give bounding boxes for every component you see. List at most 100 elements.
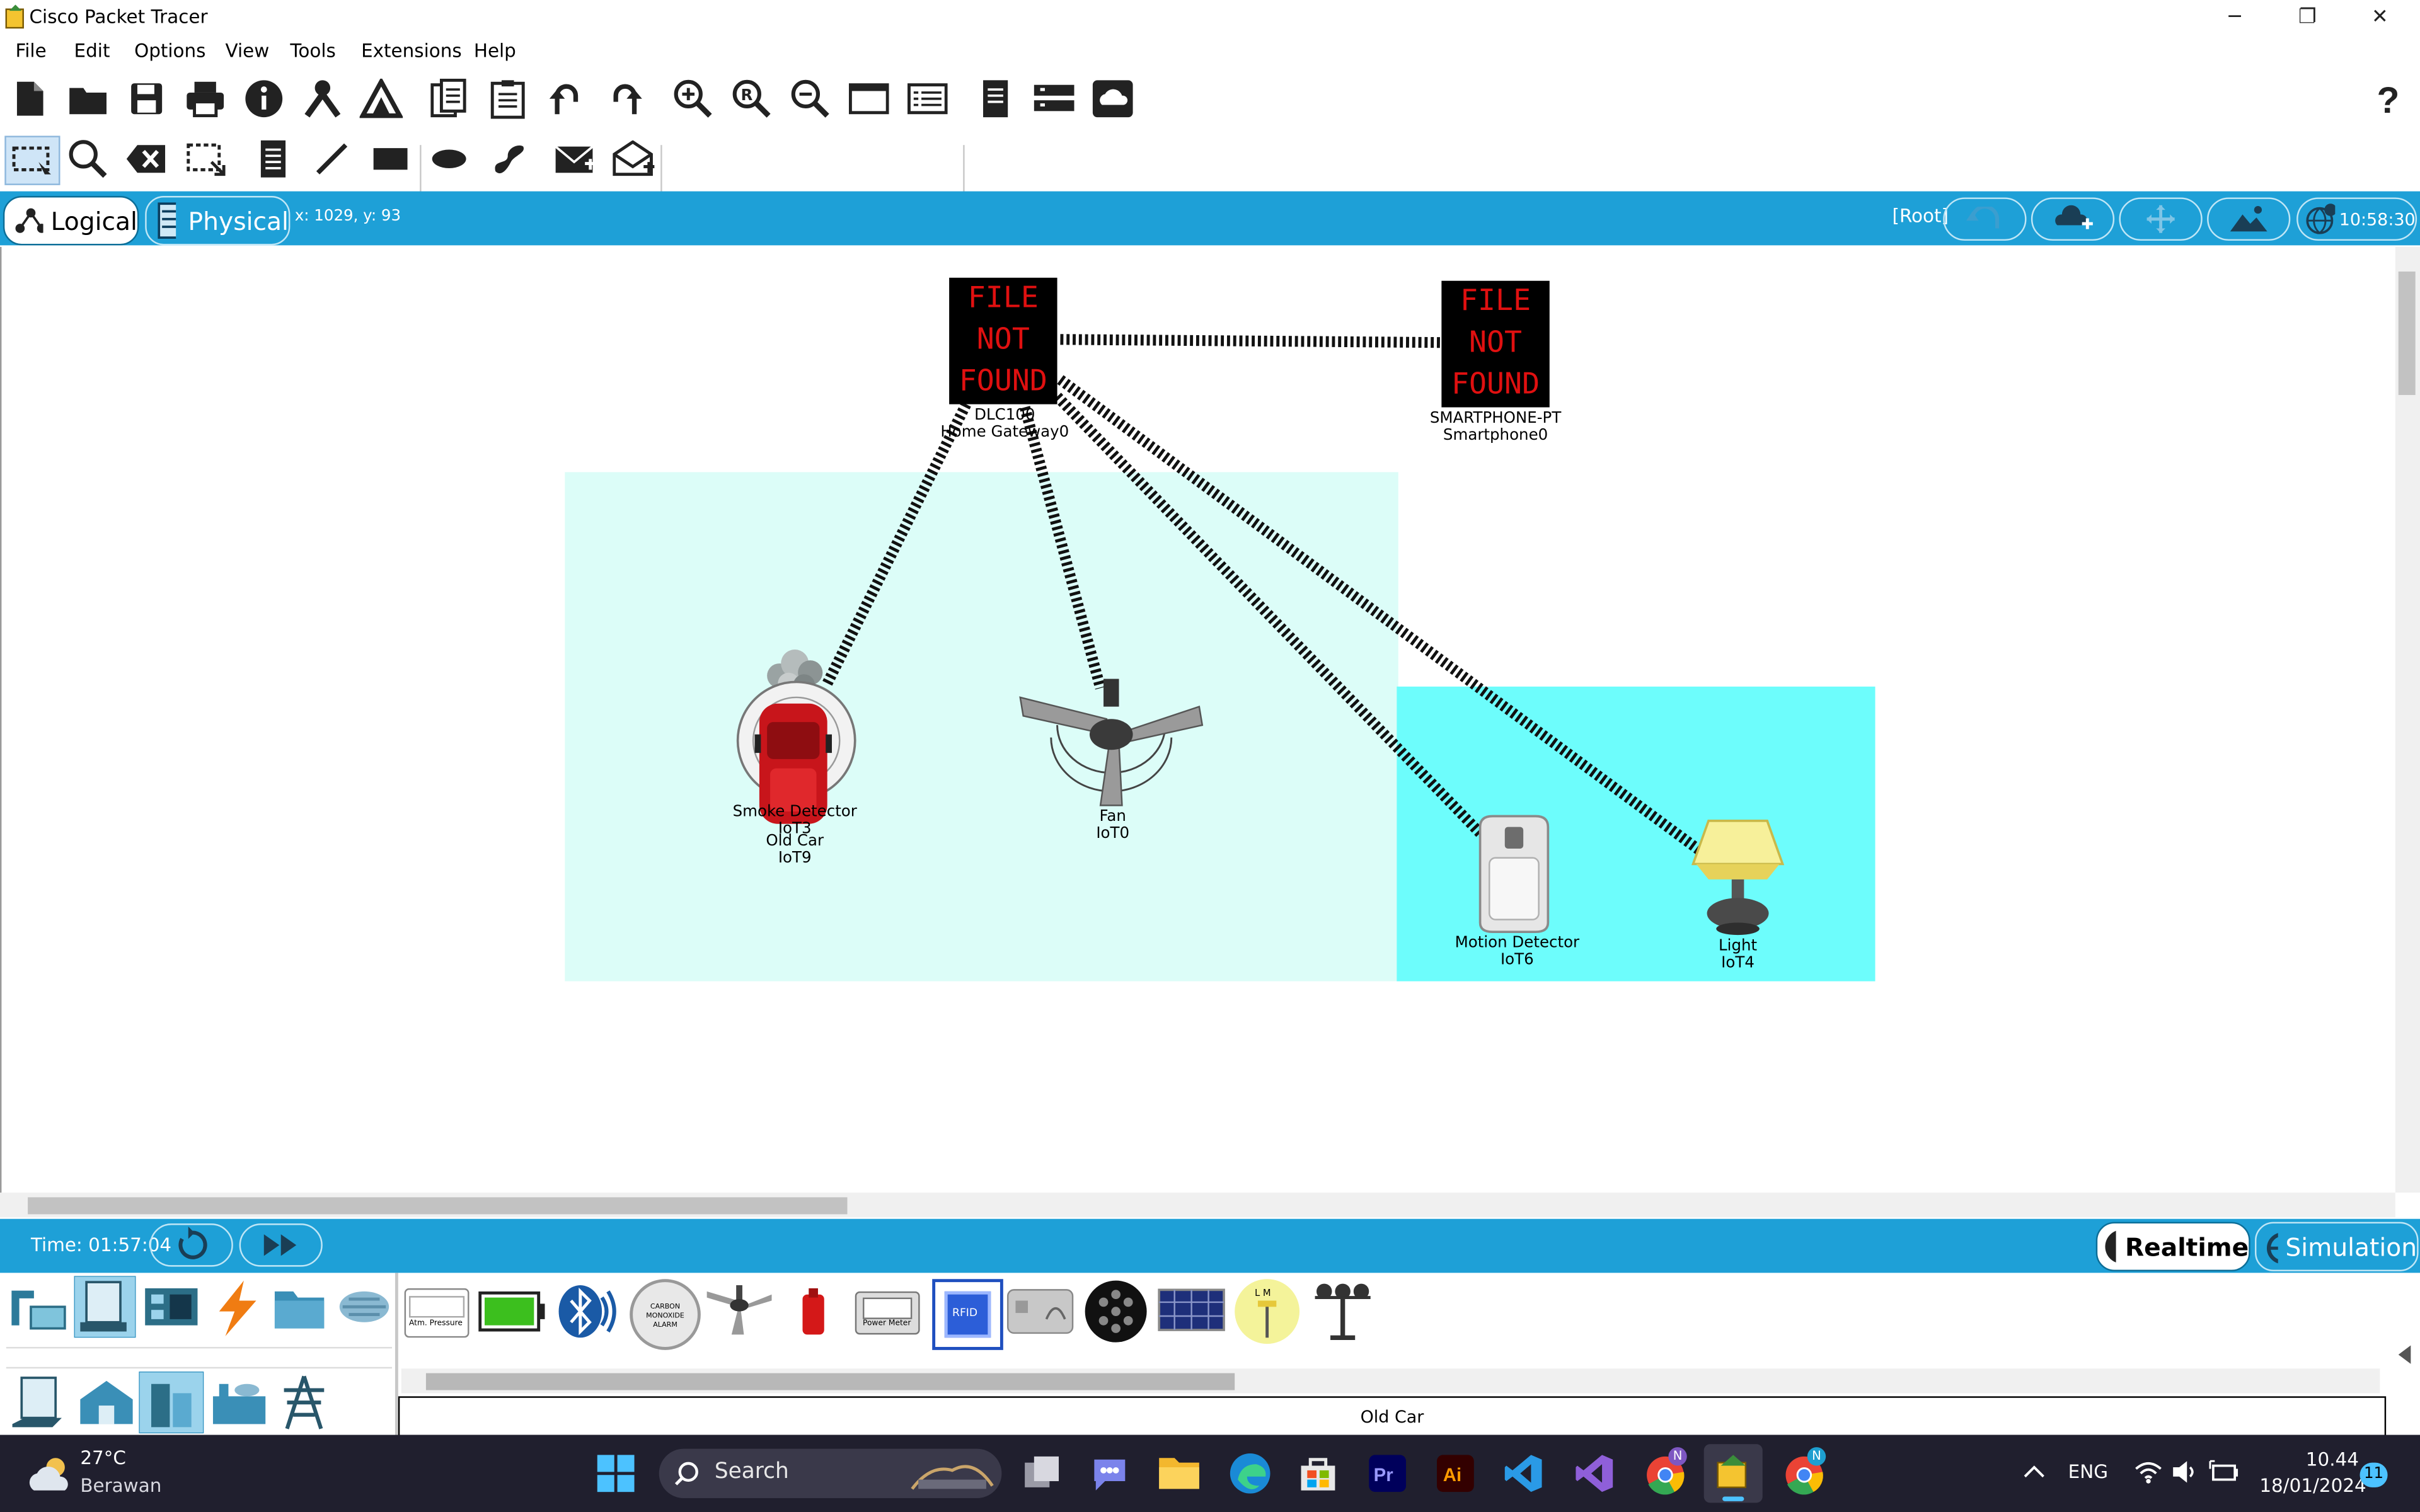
back-button[interactable] <box>1943 197 2027 241</box>
new-cluster-button[interactable] <box>2031 197 2115 241</box>
power-grid-icon[interactable] <box>278 1375 330 1430</box>
info-icon[interactable] <box>241 76 287 122</box>
zoom-out-icon[interactable] <box>787 76 833 122</box>
old-car-device[interactable] <box>736 645 863 830</box>
co-alarm-item[interactable]: CARBON MONOXIDE ALARM <box>630 1279 701 1350</box>
cloud-viewer-icon[interactable] <box>1090 76 1136 122</box>
move-object-button[interactable] <box>2119 197 2203 241</box>
volume-icon[interactable] <box>2172 1460 2199 1484</box>
close-button[interactable]: ✕ <box>2344 0 2416 37</box>
drawing-palette-icon[interactable] <box>846 76 892 122</box>
zoom-reset-icon[interactable]: R <box>729 76 775 122</box>
solar-panel-item[interactable] <box>1158 1288 1229 1334</box>
minimize-button[interactable]: ─ <box>2199 0 2271 37</box>
rfid-card-item[interactable] <box>1006 1288 1078 1334</box>
device-template-icon[interactable] <box>1031 76 1077 122</box>
fan-device[interactable] <box>1014 676 1209 809</box>
menu-file[interactable]: File <box>15 40 46 62</box>
bluetooth-speaker-item[interactable] <box>556 1282 618 1341</box>
fast-forward-button[interactable] <box>239 1223 323 1267</box>
logical-workspace[interactable]: FILE NOT FOUND DLC100 Home Gateway0 FILE… <box>0 246 2397 1193</box>
file-explorer-icon[interactable] <box>1158 1453 1201 1491</box>
save-icon[interactable] <box>124 76 170 122</box>
teams-chat-icon[interactable] <box>1090 1453 1130 1494</box>
packet-tracer-taskbar-button[interactable] <box>1703 1444 1763 1503</box>
wind-turbine-item[interactable] <box>1309 1282 1377 1341</box>
end-devices-icon[interactable] <box>74 1276 136 1338</box>
taskbar-search-box[interactable]: Search <box>659 1448 1002 1498</box>
microsoft-store-icon[interactable] <box>1298 1453 1339 1494</box>
pressure-sensor-item[interactable]: Atm. Pressure <box>404 1288 470 1338</box>
place-note-icon[interactable] <box>250 136 296 182</box>
undo-icon[interactable] <box>543 76 589 122</box>
freeform-icon[interactable] <box>485 136 531 182</box>
premiere-pro-icon[interactable]: Pr <box>1368 1453 1408 1494</box>
horizontal-scrollbar[interactable] <box>0 1193 2395 1218</box>
draw-line-icon[interactable] <box>309 136 355 182</box>
windows-start-icon[interactable] <box>596 1453 636 1494</box>
select-tool-icon[interactable] <box>4 135 60 185</box>
fire-sprinkler-item[interactable] <box>797 1285 831 1341</box>
misc-icon[interactable] <box>272 1285 327 1331</box>
logical-view-button[interactable]: Logical <box>3 196 139 246</box>
set-background-button[interactable] <box>2207 197 2291 241</box>
power-cycle-button[interactable] <box>149 1223 233 1267</box>
home-gateway-device[interactable]: FILE NOT FOUND <box>949 277 1057 404</box>
resize-tool-icon[interactable] <box>182 136 228 182</box>
menu-tools[interactable]: Tools <box>290 40 335 62</box>
motion-detector-device[interactable] <box>1471 815 1557 935</box>
smartphone-device[interactable]: FILE NOT FOUND <box>1441 280 1550 408</box>
simulation-mode-button[interactable]: Simulation <box>2254 1222 2419 1271</box>
menu-edit[interactable]: Edit <box>74 40 110 62</box>
notification-count-badge[interactable]: 11 <box>2360 1462 2388 1487</box>
illustrator-icon[interactable]: Ai <box>1436 1453 1476 1494</box>
connections-icon[interactable] <box>210 1279 262 1337</box>
add-simple-pdu-icon[interactable] <box>553 136 599 182</box>
add-complex-pdu-icon[interactable] <box>611 136 657 182</box>
draw-rectangle-icon[interactable] <box>367 136 413 182</box>
root-label[interactable]: [Root] <box>1892 205 1949 227</box>
horizontal-scroll-thumb[interactable] <box>28 1197 848 1215</box>
wifi-icon[interactable] <box>2135 1460 2162 1484</box>
ceiling-fan-item[interactable] <box>704 1285 775 1337</box>
menu-options[interactable]: Options <box>134 40 205 62</box>
draw-ellipse-icon[interactable] <box>426 136 472 182</box>
industrial-icon[interactable] <box>210 1378 268 1427</box>
menu-view[interactable]: View <box>226 40 270 62</box>
street-lamp-item[interactable]: L M <box>1235 1279 1300 1344</box>
edge-browser-icon[interactable] <box>1228 1452 1272 1496</box>
power-meter-item[interactable]: Power Meter <box>855 1291 920 1335</box>
menu-help[interactable]: Help <box>474 40 516 62</box>
realtime-mode-button[interactable]: Realtime <box>2095 1222 2250 1271</box>
language-indicator[interactable]: ENG <box>2068 1461 2108 1482</box>
physical-view-button[interactable]: Physical <box>145 196 291 246</box>
zoom-in-icon[interactable] <box>670 76 716 122</box>
custom-device-icon[interactable] <box>904 76 950 122</box>
help-icon[interactable]: ? <box>2365 76 2411 122</box>
light-device[interactable] <box>1687 818 1789 938</box>
vertical-scroll-thumb[interactable] <box>2398 272 2416 395</box>
battery-icon[interactable] <box>2209 1460 2240 1484</box>
network-devices-icon[interactable] <box>9 1279 68 1337</box>
visual-studio-icon[interactable] <box>1574 1453 1615 1494</box>
home-category-icon[interactable] <box>77 1378 135 1427</box>
menu-extensions[interactable]: Extensions <box>361 40 462 62</box>
viewport-clock-button[interactable]: 10:58:30 <box>2296 197 2417 241</box>
battery-item[interactable] <box>478 1291 546 1332</box>
vscode-icon[interactable] <box>1503 1453 1543 1494</box>
components-icon[interactable] <box>142 1282 200 1331</box>
show-hidden-icons-icon[interactable] <box>2022 1463 2046 1481</box>
delete-tool-icon[interactable] <box>124 136 170 182</box>
task-view-icon[interactable] <box>1022 1453 1062 1494</box>
smart-city-icon[interactable] <box>139 1372 204 1434</box>
rfid-reader-item[interactable]: RFID <box>932 1279 1003 1350</box>
speaker-item[interactable] <box>1083 1279 1148 1344</box>
new-file-icon[interactable] <box>6 76 52 122</box>
notes-icon[interactable] <box>972 76 1018 122</box>
palette-scrollbar[interactable] <box>401 1368 2380 1394</box>
multiuser-icon[interactable] <box>337 1285 392 1329</box>
copy-icon[interactable] <box>426 76 472 122</box>
palette-collapse-icon[interactable] <box>2395 1344 2414 1365</box>
restore-button[interactable]: ❐ <box>2272 0 2343 37</box>
network-info-icon[interactable] <box>299 76 345 122</box>
